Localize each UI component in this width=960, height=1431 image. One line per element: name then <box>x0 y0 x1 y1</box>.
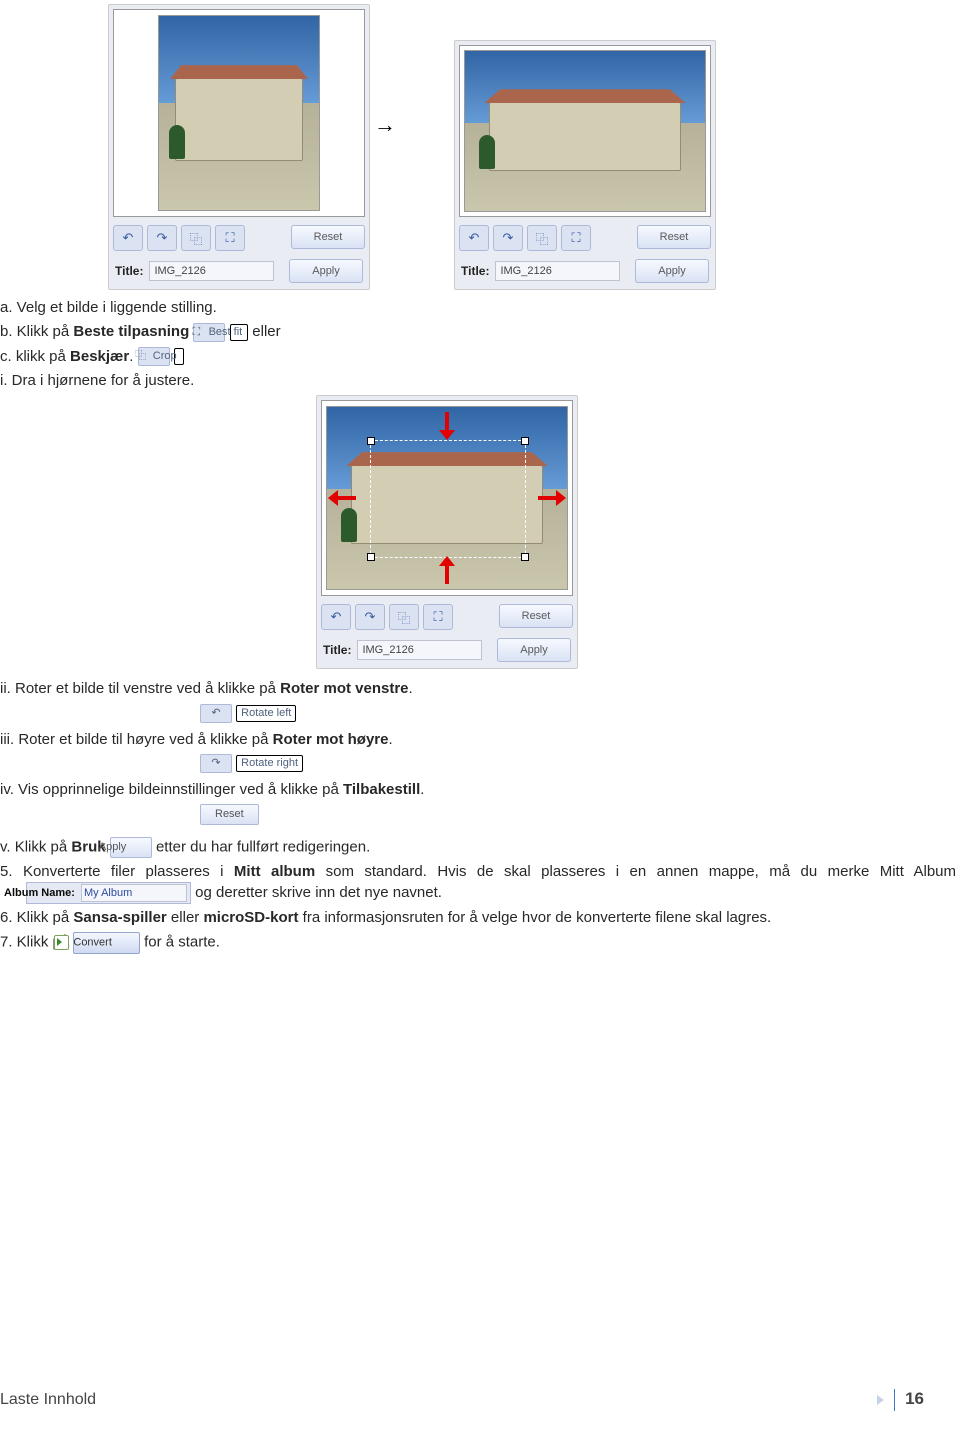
album-name-input[interactable] <box>81 884 187 902</box>
title-label: Title: <box>323 643 351 657</box>
rotate-left-icon[interactable]: ↶ <box>459 225 489 251</box>
step-b: b. Klikk på Beste tilpasning ⛶ Best fit … <box>0 322 960 342</box>
title-label: Title: <box>115 264 143 278</box>
crop-icon[interactable]: ⿻ <box>181 225 211 251</box>
rotate-right-label: Rotate right <box>236 755 303 772</box>
step-v: v. Klikk på Bruk Apply etter du har full… <box>0 837 956 858</box>
step-6: 6. Klikk på Sansa-spiller eller microSD-… <box>0 908 956 928</box>
page-number: 16 <box>877 1389 924 1411</box>
title-label: Title: <box>461 264 489 278</box>
editor-panel-portrait: ↶ ↷ ⿻ ⛶ Reset Title: Apply <box>108 4 370 290</box>
rotate-right-icon[interactable]: ↷ <box>147 225 177 251</box>
convert-button[interactable]: Convert <box>73 932 140 953</box>
crop-label: Crop <box>174 348 184 365</box>
reset-button[interactable]: Reset <box>291 225 365 249</box>
crop-selection[interactable] <box>370 440 526 559</box>
reset-button[interactable]: Reset <box>499 604 573 628</box>
step-iii: iii. Roter et bilde til høyre ved å klik… <box>0 730 956 750</box>
arrow-up-icon <box>439 556 455 584</box>
step-7: 7. Klikk på Convert for å starte. <box>0 932 956 953</box>
crop-icon[interactable]: ⿻ <box>527 225 557 251</box>
rotate-right-icon[interactable]: ↷ <box>355 604 385 630</box>
editor-panel-landscape: ↶ ↷ ⿻ ⛶ Reset Title: Apply <box>454 40 716 290</box>
apply-button-inline: Apply <box>110 837 152 858</box>
apply-button[interactable]: Apply <box>635 259 709 283</box>
title-input[interactable] <box>357 640 482 660</box>
best-fit-icon[interactable]: ⛶ <box>423 604 453 630</box>
apply-button[interactable]: Apply <box>289 259 363 283</box>
best-fit-icon[interactable]: ⛶ <box>561 225 591 251</box>
rotate-right-icon[interactable]: ↷ <box>493 225 523 251</box>
arrow-right-icon <box>328 490 356 506</box>
arrow-right-icon: → <box>374 112 396 138</box>
apply-button[interactable]: Apply <box>497 638 571 662</box>
best-fit-label: Best fit <box>230 324 249 341</box>
step-5: 5. Konverterte filer plasseres i Mitt al… <box>0 862 956 904</box>
convert-icon <box>54 935 69 950</box>
footer-section: Laste Innhold <box>0 1391 96 1409</box>
title-input[interactable] <box>149 261 274 281</box>
step-c: c. klikk på Beskjær. ⿻ Crop <box>0 347 960 367</box>
best-fit-icon[interactable]: ⛶ <box>215 225 245 251</box>
rotate-right-icon: ↷ <box>200 754 232 773</box>
step-ii: ii. Roter et bilde til venstre ved å kli… <box>0 679 956 699</box>
arrow-down-icon <box>439 412 455 440</box>
album-name-field: Album Name: <box>26 882 191 904</box>
photo-portrait <box>113 9 365 217</box>
reset-button-inline: Reset <box>200 804 259 825</box>
reset-button[interactable]: Reset <box>637 225 711 249</box>
step-i: i. Dra i hjørnene for å justere. <box>0 371 960 391</box>
photo-crop <box>321 400 573 596</box>
rotate-left-icon: ↶ <box>200 704 232 723</box>
crop-icon[interactable]: ⿻ <box>389 604 419 630</box>
photo-landscape <box>459 45 711 217</box>
step-a: a. Velg et bilde i liggende stilling. <box>0 298 960 318</box>
rotate-left-icon[interactable]: ↶ <box>113 225 143 251</box>
step-iv: iv. Vis opprinnelige bildeinnstillinger … <box>0 780 956 800</box>
arrow-left-icon <box>538 490 566 506</box>
title-input[interactable] <box>495 261 620 281</box>
rotate-left-label: Rotate left <box>236 705 296 722</box>
editor-panel-crop: ↶ ↷ ⿻ ⛶ Reset Title: Apply <box>316 395 578 669</box>
rotate-left-icon[interactable]: ↶ <box>321 604 351 630</box>
